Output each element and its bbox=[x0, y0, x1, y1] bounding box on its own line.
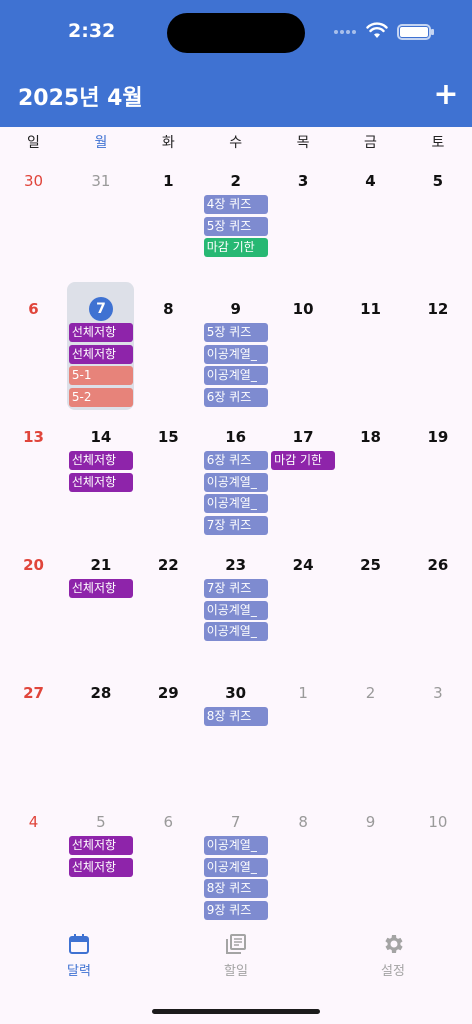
event-chip[interactable]: 이공계열_ bbox=[203, 622, 268, 642]
weekday-label: 목 bbox=[296, 135, 310, 151]
day-number[interactable]: 16 bbox=[202, 428, 269, 446]
day-number[interactable]: 29 bbox=[135, 684, 202, 702]
event-chip[interactable]: 4장 퀴즈 bbox=[203, 195, 268, 214]
day-number[interactable]: 2 bbox=[337, 684, 404, 702]
event-chip[interactable]: 이공계열_ bbox=[203, 494, 268, 514]
day-number[interactable]: 30 bbox=[0, 172, 67, 190]
day-number[interactable]: 2 bbox=[202, 172, 269, 190]
event-chip[interactable]: 선체저항 bbox=[68, 451, 133, 470]
event-chip[interactable]: 선체저항 bbox=[68, 857, 133, 877]
event-chip[interactable]: 7장 퀴즈 bbox=[203, 515, 268, 535]
event-chip[interactable]: 이공계열_ bbox=[203, 857, 268, 877]
event-chip[interactable]: 이공계열_ bbox=[203, 836, 268, 855]
event-chip[interactable]: 선체저항 bbox=[68, 836, 133, 855]
weekday-label: 일 bbox=[27, 135, 40, 151]
weekday-header: 일월화수목금토 bbox=[0, 127, 472, 157]
day-number[interactable]: 1 bbox=[135, 172, 202, 190]
day-number[interactable]: 4 bbox=[0, 813, 67, 831]
day-number[interactable]: 5 bbox=[404, 172, 471, 190]
month-title: 2025년 4월 bbox=[18, 86, 143, 111]
day-number[interactable]: 4 bbox=[337, 172, 404, 190]
day-number[interactable]: 8 bbox=[135, 300, 202, 318]
event-chip[interactable]: 5-1 bbox=[68, 366, 133, 386]
event-chip[interactable]: 6장 퀴즈 bbox=[203, 387, 268, 407]
home-indicator bbox=[152, 1009, 320, 1014]
event-chip[interactable]: 5장 퀴즈 bbox=[203, 216, 268, 236]
add-event-button[interactable]: + bbox=[432, 80, 460, 110]
event-chip[interactable]: 선체저항 bbox=[68, 579, 133, 598]
event-chip[interactable]: 마감 기한 bbox=[203, 238, 268, 258]
tab-label: 달력 bbox=[67, 964, 91, 979]
day-number[interactable]: 3 bbox=[404, 684, 471, 702]
library-books-icon bbox=[224, 932, 248, 956]
day-number[interactable]: 19 bbox=[404, 428, 471, 446]
day-number[interactable]: 15 bbox=[135, 428, 202, 446]
day-number[interactable]: 31 bbox=[67, 172, 134, 190]
day-number[interactable]: 20 bbox=[0, 556, 67, 574]
event-chip[interactable]: 선체저항 bbox=[68, 472, 133, 492]
day-number[interactable]: 25 bbox=[337, 556, 404, 574]
day-number[interactable]: 23 bbox=[202, 556, 269, 574]
event-chip[interactable]: 마감 기한 bbox=[271, 451, 336, 470]
day-number-today[interactable]: 7 bbox=[89, 297, 113, 321]
event-chip[interactable]: 8장 퀴즈 bbox=[203, 879, 268, 899]
event-chip[interactable]: 선체저항 bbox=[68, 344, 133, 364]
tab-label: 설정 bbox=[381, 964, 405, 979]
tab-calendar[interactable]: 달력 bbox=[39, 932, 119, 979]
day-number[interactable]: 27 bbox=[0, 684, 67, 702]
day-number[interactable]: 3 bbox=[270, 172, 337, 190]
event-chip[interactable]: 5장 퀴즈 bbox=[203, 323, 268, 342]
day-number[interactable]: 7 bbox=[202, 813, 269, 831]
app-header: 2:32 2025년 4월 + bbox=[0, 0, 472, 127]
day-number[interactable]: 17 bbox=[270, 428, 337, 446]
day-number[interactable]: 26 bbox=[404, 556, 471, 574]
event-chip[interactable]: 이공계열_ bbox=[203, 366, 268, 386]
event-chip[interactable]: 8장 퀴즈 bbox=[203, 707, 268, 726]
event-chip[interactable]: 이공계열_ bbox=[203, 344, 268, 364]
dynamic-island bbox=[167, 13, 305, 53]
day-number[interactable]: 28 bbox=[67, 684, 134, 702]
day-number[interactable]: 14 bbox=[67, 428, 134, 446]
tab-label: 할일 bbox=[224, 964, 248, 979]
event-chip[interactable]: 이공계열_ bbox=[203, 600, 268, 620]
event-chip[interactable]: 이공계열_ bbox=[203, 472, 268, 492]
weekday-label: 금 bbox=[364, 135, 377, 151]
status-icons bbox=[334, 22, 434, 42]
day-number[interactable]: 30 bbox=[202, 684, 269, 702]
cellular-signal-icon bbox=[334, 30, 356, 34]
day-number[interactable]: 8 bbox=[270, 813, 337, 831]
day-number[interactable]: 18 bbox=[337, 428, 404, 446]
tab-gear[interactable]: 설정 bbox=[353, 932, 433, 979]
day-number[interactable]: 11 bbox=[337, 300, 404, 318]
wifi-icon bbox=[366, 22, 388, 38]
gear-icon bbox=[381, 932, 405, 956]
tab-library-books[interactable]: 할일 bbox=[196, 932, 276, 979]
day-number[interactable]: 21 bbox=[67, 556, 134, 574]
day-number[interactable]: 12 bbox=[404, 300, 471, 318]
day-number[interactable]: 22 bbox=[135, 556, 202, 574]
battery-icon bbox=[397, 24, 434, 40]
weekday-label: 월 bbox=[94, 135, 108, 151]
event-chip[interactable]: 5-2 bbox=[68, 387, 133, 407]
day-number[interactable]: 10 bbox=[404, 813, 471, 831]
day-number[interactable]: 9 bbox=[202, 300, 269, 318]
calendar-icon bbox=[67, 932, 91, 956]
event-chip[interactable]: 6장 퀴즈 bbox=[203, 451, 268, 470]
day-number[interactable]: 6 bbox=[135, 813, 202, 831]
status-time: 2:32 bbox=[68, 20, 116, 42]
event-chip[interactable]: 선체저항 bbox=[68, 323, 133, 342]
day-number[interactable]: 6 bbox=[0, 300, 67, 318]
day-number[interactable]: 13 bbox=[0, 428, 67, 446]
weekday-label: 토 bbox=[431, 135, 445, 151]
event-chip[interactable]: 7장 퀴즈 bbox=[203, 579, 268, 598]
day-number[interactable]: 10 bbox=[270, 300, 337, 318]
weekday-label: 화 bbox=[161, 135, 175, 151]
weekday-label: 수 bbox=[229, 135, 243, 151]
day-number[interactable]: 9 bbox=[337, 813, 404, 831]
day-number[interactable]: 5 bbox=[67, 813, 134, 831]
day-number[interactable]: 1 bbox=[270, 684, 337, 702]
event-chip[interactable]: 9장 퀴즈 bbox=[203, 900, 268, 920]
day-number[interactable]: 24 bbox=[270, 556, 337, 574]
